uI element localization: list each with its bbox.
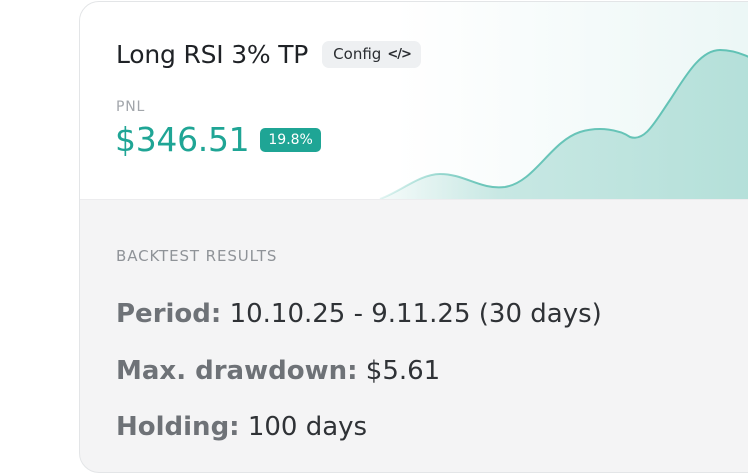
code-icon: </> <box>387 46 412 62</box>
pnl-label: PNL <box>116 99 146 115</box>
config-button-label: Config <box>333 45 382 63</box>
result-holding: Holding: 100 days <box>116 412 367 442</box>
backtest-results-label: BACKTEST RESULTS <box>116 247 278 265</box>
config-button[interactable]: Config </> <box>322 41 421 68</box>
card-header: Long RSI 3% TP Config </> PNL $346.51 19… <box>80 2 748 200</box>
result-key: Max. drawdown: <box>116 356 358 386</box>
result-value: $5.61 <box>365 356 441 386</box>
strategy-title: Long RSI 3% TP <box>116 40 309 69</box>
result-key: Period: <box>116 299 222 329</box>
title-row: Long RSI 3% TP Config </> <box>116 40 421 69</box>
pnl-value: $346.51 <box>115 120 250 159</box>
strategy-card: Long RSI 3% TP Config </> PNL $346.51 19… <box>79 1 748 473</box>
result-value: 10.10.25 - 9.11.25 (30 days) <box>229 299 602 329</box>
pnl-row: $346.51 19.8% <box>115 120 321 159</box>
result-period: Period: 10.10.25 - 9.11.25 (30 days) <box>116 299 602 329</box>
result-max-drawdown: Max. drawdown: $5.61 <box>116 356 440 386</box>
result-key: Holding: <box>116 412 240 442</box>
pnl-sparkline <box>379 48 748 199</box>
result-value: 100 days <box>247 412 368 442</box>
pnl-percent-badge: 19.8% <box>260 127 321 152</box>
